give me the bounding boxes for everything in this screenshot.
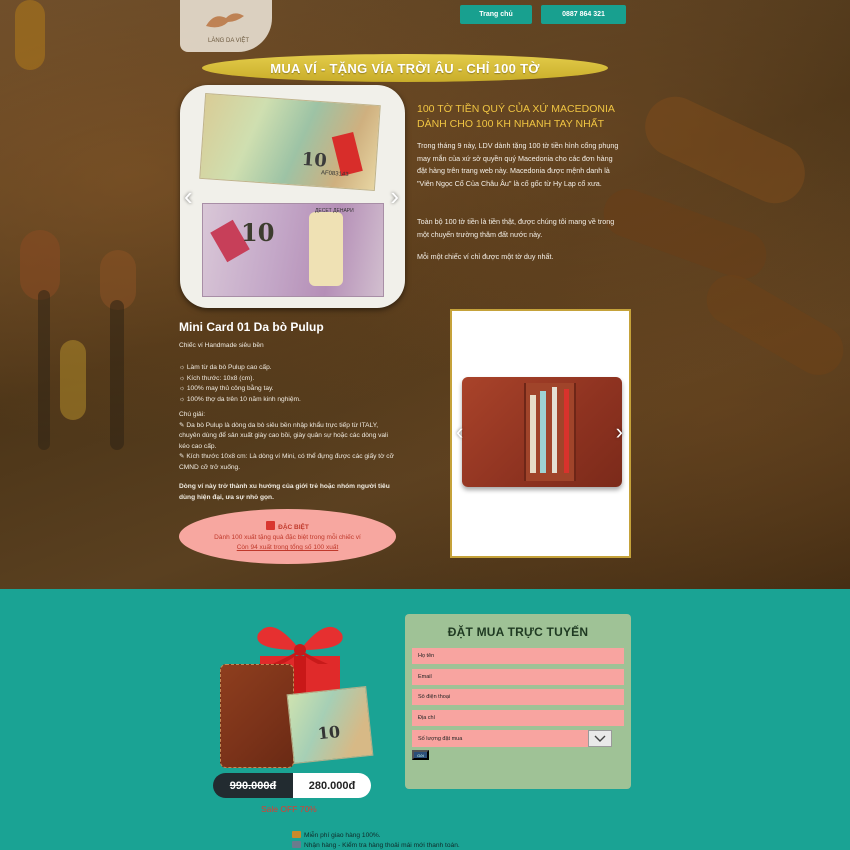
gift-icon — [266, 521, 276, 530]
banknote-image-top: 10 AF083143 — [199, 92, 381, 192]
bullet-icon: ☼ — [179, 374, 187, 382]
promo-banner: MUA VÍ - TẶNG VÍA TRỜI ÂU - CHỈ 100 TỜ — [202, 54, 608, 82]
name-field[interactable] — [412, 648, 624, 664]
background-tool — [635, 86, 815, 214]
bullet-icon: ☼ — [179, 364, 187, 371]
banknote-slider[interactable]: 10 AF083143 10 ДЕСЕТ ДЕНАРИ ‹ › — [180, 85, 405, 308]
feature-item: ☼ 100% thợ da trên 10 năm kinh nghiệm. — [179, 395, 301, 403]
feature-item: ☼ Làm từ da bò Pulup cao cấp. — [179, 364, 272, 371]
wallet-image — [220, 664, 294, 768]
product-subtitle: Chiếc ví Handmade siêu bền — [179, 342, 264, 349]
nav-phone-button[interactable]: 0887 864 321 — [541, 5, 626, 24]
wallet-slider[interactable]: ‹ › — [450, 309, 631, 558]
chevron-down-icon[interactable] — [588, 730, 612, 747]
feature-item: ☼ 100% may thủ công bằng tay. — [179, 385, 274, 392]
background-tool — [697, 265, 850, 385]
price-box: 990.000đ 280.000đ — [213, 773, 371, 798]
background-tool — [60, 340, 86, 420]
chevron-right-icon[interactable]: › — [390, 183, 399, 209]
site-logo[interactable]: LÀNG DA VIỆT — [180, 0, 272, 52]
package-icon — [292, 841, 301, 848]
background-tool — [110, 300, 124, 450]
old-price: 990.000đ — [213, 773, 293, 798]
phone-field[interactable] — [412, 689, 624, 705]
banknote-denomination: 10 — [241, 218, 275, 247]
bullet-icon: ☼ — [179, 385, 187, 392]
logo-icon — [206, 13, 244, 28]
chevron-right-icon[interactable]: › — [616, 421, 623, 443]
new-price: 280.000đ — [293, 773, 371, 798]
banknote-caption: ДЕСЕТ ДЕНАРИ — [315, 208, 354, 214]
address-field[interactable] — [412, 710, 624, 726]
background-tool — [15, 0, 45, 70]
sale-label: Sale OFF 70% — [261, 804, 317, 814]
truck-icon — [292, 831, 301, 838]
product-notes: Chú giải: ✎ Da bò Pulup là dòng da bò si… — [179, 411, 394, 471]
email-field[interactable] — [412, 669, 624, 685]
chevron-left-icon[interactable]: ‹ — [184, 183, 193, 209]
nav-home-button[interactable]: Trang chủ — [460, 5, 532, 24]
perk-item: Nhận hàng - Kiểm tra hàng thoải mái mới … — [292, 841, 460, 850]
info-paragraph: Mỗi một chiếc ví chỉ được một tờ duy nhấ… — [417, 252, 554, 261]
bullet-icon: ☼ — [179, 395, 187, 403]
banknote-image: 10 — [286, 686, 374, 764]
perk-item: Miễn phí giao hàng 100%. — [292, 831, 460, 841]
gift-product-image: 10 — [220, 620, 374, 772]
perks-list: Miễn phí giao hàng 100%. Nhận hàng - Kiể… — [292, 831, 460, 850]
banknote-image-bottom: 10 ДЕСЕТ ДЕНАРИ — [202, 203, 384, 297]
banknote-denomination: 10 — [301, 148, 328, 172]
feature-item: ☼ Kích thước: 10x8 (cm). — [179, 374, 255, 382]
background-tool — [20, 230, 60, 300]
form-title: ĐẶT MUA TRỰC TUYẾN — [447, 625, 589, 639]
order-form: ĐẶT MUA TRỰC TUYẾN Số lượng đặt mua Gửi — [405, 614, 631, 789]
info-title: 100 TỜ TIỀN QUÝ CỦA XỨ MACEDONIA DÀNH CH… — [417, 103, 615, 130]
bow-icon — [257, 626, 343, 664]
logo-text: LÀNG DA VIỆT — [208, 38, 250, 44]
chevron-left-icon[interactable]: ‹ — [456, 421, 463, 443]
feature-list: ☼ Làm từ da bò Pulup cao cấp. ☼ Kích thư… — [179, 363, 399, 405]
info-paragraph: Trong tháng 9 này, LDV dành tặng 100 tờ … — [417, 141, 619, 188]
special-line: Dành 100 xuất tặng quà đặc biệt trong mỗ… — [214, 534, 361, 541]
banknote-serial: AF083143 — [320, 170, 349, 179]
special-remaining-link[interactable]: Còn 94 xuất trong tổng số 100 xuất — [237, 544, 339, 551]
wallet-image — [462, 377, 622, 487]
hero-section: LÀNG DA VIỆT Trang chủ 0887 864 321 MUA … — [0, 0, 850, 589]
info-paragraph: Toàn bộ 100 tờ tiền là tiền thật, được c… — [417, 217, 615, 239]
special-offer-badge: ĐẶC BIỆT Dành 100 xuất tặng quà đặc biệt… — [179, 509, 396, 564]
background-tool — [38, 290, 50, 450]
product-closing: Dòng ví này trở thành xu hướng của giới … — [179, 483, 390, 501]
quantity-select[interactable]: Số lượng đặt mua — [412, 730, 612, 747]
submit-button[interactable]: Gửi — [412, 750, 429, 760]
product-title: Mini Card 01 Da bò Pulup — [179, 320, 324, 334]
quantity-select-label: Số lượng đặt mua — [418, 735, 463, 742]
